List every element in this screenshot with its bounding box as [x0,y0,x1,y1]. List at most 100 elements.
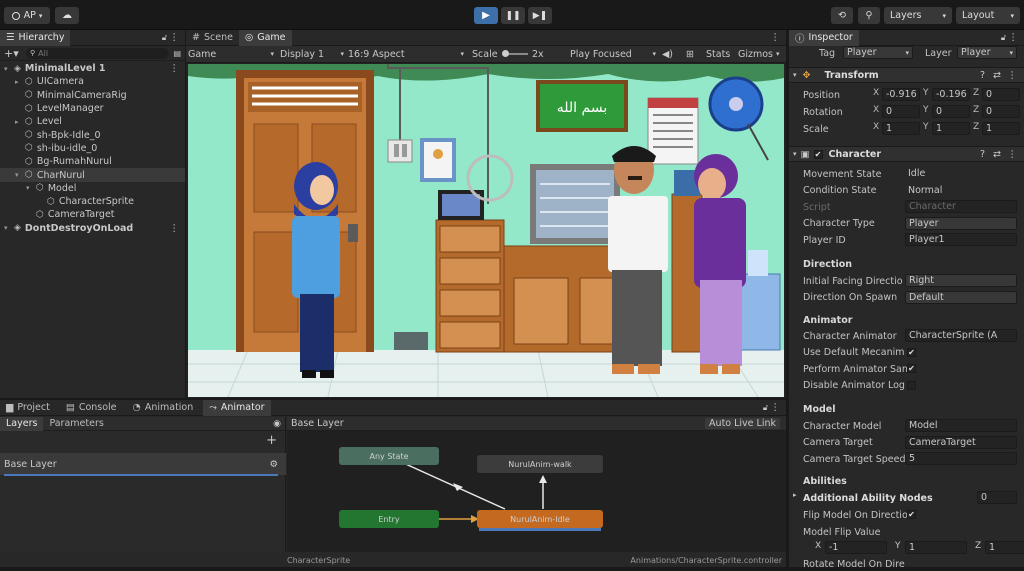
hierarchy-item[interactable]: ▾ ◈ DontDestroyOnLoad ⋮ [0,222,185,235]
chevron-down-icon[interactable]: ▾ [776,50,780,58]
tab-animation[interactable]: ◔ Animation [127,400,200,416]
initial-facing-direction-dropdown[interactable]: Right [905,274,1017,287]
chevron-down-icon[interactable]: ▾ [15,171,25,179]
add-icon[interactable]: +▾ [4,47,22,60]
help-icon[interactable]: ? [980,149,985,160]
chevron-down-icon[interactable]: ▾ [4,65,14,73]
step-button[interactable]: ▶❚ [528,7,552,24]
character-animator-field[interactable]: CharacterSprite (A [905,329,1017,342]
stats-button[interactable]: Stats [706,49,730,60]
more-icon[interactable]: ⋮ [1008,149,1018,160]
hierarchy-item[interactable]: ⬡ sh-Bpk-Idle_0 [0,128,185,141]
game-view-dropdown[interactable]: Game ▾ [188,49,274,60]
character-component-header[interactable]: ▾ ▣ ✔ Character ? ⇄ ⋮ [789,146,1024,162]
entry-node[interactable]: Entry [339,510,439,528]
speaker-icon[interactable]: ◀) [662,49,673,60]
use-default-mecanim-checkbox[interactable]: ✔ [907,347,916,357]
character-type-dropdown[interactable]: Player [905,216,1017,230]
character-model-field[interactable]: Model [905,419,1017,432]
flip-model-on-direction-checkbox[interactable]: ✔ [907,510,916,519]
layer-row-base[interactable]: Base Layer ⚙ [0,453,286,475]
layers-dropdown[interactable]: Layers ▾ [884,7,952,24]
hierarchy-item[interactable]: ▸ ⬡ Level [0,115,185,128]
hierarchy-item[interactable]: ⬡ LevelManager [0,102,185,115]
search-button[interactable]: ⚲ [858,7,880,24]
walk-state-node[interactable]: NurulAnim-walk [477,455,603,473]
rotation-x-field[interactable]: 0 [882,105,920,118]
tab-layers[interactable]: Layers [0,416,44,431]
chevron-down-icon[interactable]: ▾ [4,224,14,232]
lock-icon[interactable]: 🔓︎ [763,403,768,413]
rotation-z-field[interactable]: 0 [982,105,1020,118]
position-x-field[interactable]: -0.916 [882,88,920,101]
direction-on-spawn-dropdown[interactable]: Default [905,290,1017,304]
gizmos-button[interactable]: Gizmos [738,49,773,60]
scale-z-field[interactable]: 1 [982,122,1020,135]
additional-ability-nodes-label[interactable]: Additional Ability Nodes [803,491,933,505]
hierarchy-item[interactable]: ⬡ CameraTarget [0,208,185,221]
lock-icon[interactable]: 🔓︎ [1001,33,1006,43]
help-icon[interactable]: ? [980,70,985,81]
more-icon[interactable]: ⋮ [170,223,180,234]
more-icon[interactable]: ⋮ [771,402,781,413]
game-viewport[interactable]: بسم الله [188,64,784,397]
hierarchy-item[interactable]: ⬡ Bg-RumahNurul [0,155,185,168]
preset-icon[interactable]: ⇄ [993,70,1001,81]
tab-game[interactable]: ◎ Game [238,29,292,46]
perform-animator-sanity-checkbox[interactable]: ✔ [907,364,916,373]
hierarchy-item[interactable]: ▸ ⬡ UICamera [0,75,185,88]
preset-icon[interactable]: ⇄ [993,149,1001,160]
chevron-right-icon[interactable]: ▸ [793,491,797,499]
layer-dropdown[interactable]: Player ▾ [957,46,1017,59]
cloud-button[interactable]: ☁ [55,7,79,24]
hierarchy-item[interactable]: ⬡ CharacterSprite [0,195,185,208]
idle-state-node[interactable]: NurulAnim-Idle [477,510,603,528]
player-id-field[interactable]: Player1 [905,233,1017,246]
scale-x-field[interactable]: 1 [882,122,920,135]
tab-parameters[interactable]: Parameters [43,417,109,431]
disable-animator-log-checkbox[interactable] [907,380,916,390]
filter-icon[interactable]: ▤ [173,49,181,58]
scale-y-field[interactable]: 1 [932,122,970,135]
tab-console[interactable]: ▤ Console [60,400,123,416]
hierarchy-item[interactable]: ▾ ⬡ Model [0,182,185,195]
component-enabled-checkbox[interactable]: ✔ [813,149,823,159]
camera-target-speed-field[interactable]: 5 [905,452,1017,465]
history-button[interactable]: ⟲ [831,7,853,24]
additional-ability-nodes-count[interactable]: 0 [977,491,1017,504]
more-icon[interactable]: ⋮ [1008,70,1018,81]
hierarchy-item[interactable]: ▾ ◈ MinimalLevel 1 ⋮ [0,62,185,75]
more-icon[interactable]: ⋮ [771,32,781,43]
tab-animator[interactable]: ⤳ Animator [203,399,271,416]
more-icon[interactable]: ⋮ [170,63,180,74]
more-icon[interactable]: ⋮ [170,32,180,43]
flip-z-field[interactable]: 1 [985,541,1024,554]
aspect-dropdown[interactable]: 16:9 Aspect ▾ [348,49,464,60]
chevron-down-icon[interactable]: ▾ [26,184,36,192]
chevron-right-icon[interactable]: ▸ [15,78,25,86]
hierarchy-item[interactable]: ⬡ sh-ibu-idle_0 [0,142,185,155]
tab-inspector[interactable]: ⓘ Inspector [789,29,859,46]
hierarchy-item[interactable]: ⬡ MinimalCameraRig [0,89,185,102]
display-dropdown[interactable]: Display 1 ▾ [280,49,344,60]
pause-button[interactable]: ❚❚ [501,7,525,24]
flip-y-field[interactable]: 1 [905,541,967,554]
play-button[interactable]: ▶ [474,7,498,24]
script-field[interactable]: Character [905,200,1017,213]
tab-project[interactable]: ▆ Project [0,400,56,416]
layout-dropdown[interactable]: Layout ▾ [956,7,1020,24]
position-y-field[interactable]: -0.196 [932,88,970,101]
camera-target-field[interactable]: CameraTarget [905,435,1017,449]
flip-x-field[interactable]: -1 [825,541,887,554]
eye-icon[interactable]: ◉ [273,419,281,429]
any-state-node[interactable]: Any State [339,447,439,465]
gizmo-toggle-icon[interactable]: ⊞ [686,49,694,60]
add-layer-icon[interactable]: + [266,433,277,448]
hierarchy-item[interactable]: ▾ ⬡ CharNurul [0,168,185,182]
scale-slider[interactable] [502,50,528,57]
lock-icon[interactable]: 🔓︎ [162,33,167,43]
tag-dropdown[interactable]: Player ▾ [843,46,913,59]
tab-hierarchy[interactable]: ☰ Hierarchy [0,29,71,46]
tab-scene[interactable]: # Scene [186,30,239,46]
transform-header[interactable]: ▾ ✥ Transform ? ⇄ ⋮ [789,67,1024,83]
